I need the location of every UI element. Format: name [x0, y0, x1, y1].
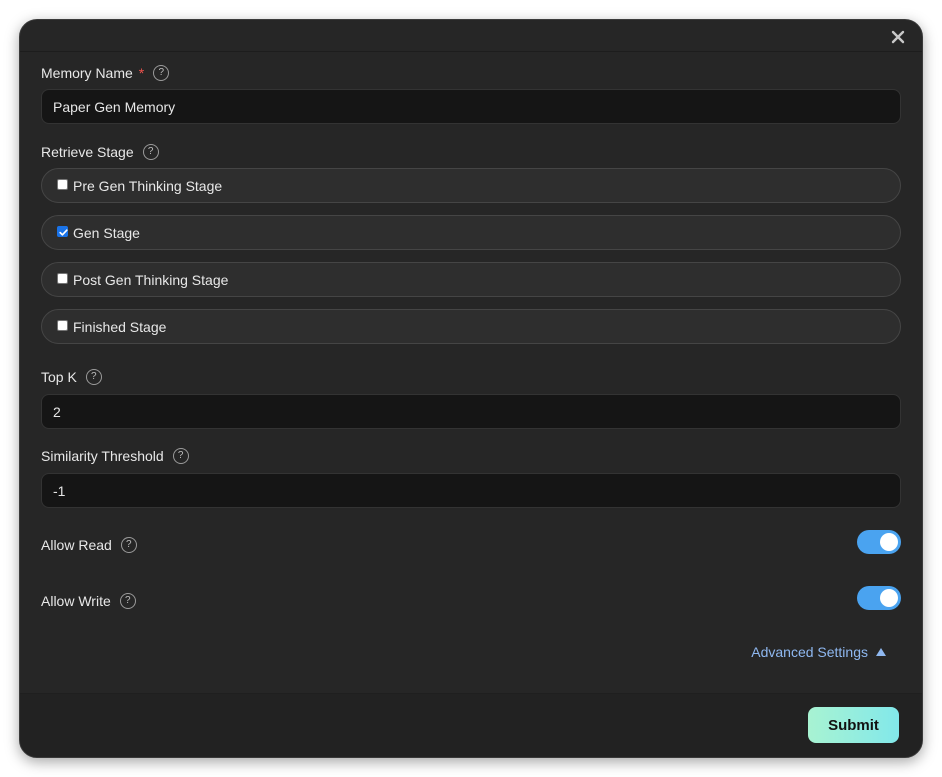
close-icon[interactable] [890, 29, 906, 45]
checkmark-icon [59, 229, 68, 236]
retrieve-stage-label: Retrieve Stage [41, 144, 134, 160]
allow-read-label-row: Allow Read ? [41, 535, 137, 555]
allow-write-toggle[interactable] [857, 586, 901, 610]
retrieve-stage-label-row: Retrieve Stage ? [41, 142, 159, 162]
stage-option-post-gen-thinking[interactable]: Post Gen Thinking Stage [41, 262, 901, 297]
help-icon[interactable]: ? [172, 448, 189, 464]
stage-option-finished[interactable]: Finished Stage [41, 309, 901, 344]
stage-option-label: Post Gen Thinking Stage [73, 271, 229, 288]
allow-write-label: Allow Write [41, 593, 111, 609]
stage-option-label: Finished Stage [73, 318, 167, 335]
help-icon[interactable]: ? [85, 369, 102, 385]
allow-read-toggle[interactable] [857, 530, 901, 554]
memory-name-input[interactable] [41, 89, 901, 124]
similarity-threshold-label: Similarity Threshold [41, 448, 164, 464]
stage-checkbox[interactable] [57, 273, 68, 284]
dialog-header [20, 20, 922, 52]
stage-option-pre-gen-thinking[interactable]: Pre Gen Thinking Stage [41, 168, 901, 203]
stage-option-label: Gen Stage [73, 224, 140, 241]
stage-checkbox[interactable] [57, 179, 68, 190]
submit-button[interactable]: Submit [808, 707, 899, 743]
memory-name-label-row: Memory Name * ? [41, 63, 170, 83]
toggle-knob [880, 589, 898, 607]
advanced-settings-toggle[interactable]: Advanced Settings [751, 644, 886, 660]
stage-option-label: Pre Gen Thinking Stage [73, 177, 223, 194]
memory-settings-dialog: Memory Name * ? Retrieve Stage ? Pre Gen… [19, 19, 923, 758]
required-mark: * [138, 65, 145, 81]
top-k-label-row: Top K ? [41, 367, 102, 387]
similarity-threshold-label-row: Similarity Threshold ? [41, 446, 189, 466]
stage-checkbox[interactable] [57, 226, 68, 237]
help-icon[interactable]: ? [119, 593, 136, 609]
help-icon[interactable]: ? [120, 537, 137, 553]
memory-name-label: Memory Name [41, 65, 133, 81]
allow-write-label-row: Allow Write ? [41, 591, 136, 611]
stage-checkbox[interactable] [57, 320, 68, 331]
dialog-footer: Submit [20, 693, 922, 757]
stage-option-gen[interactable]: Gen Stage [41, 215, 901, 250]
top-k-input[interactable] [41, 394, 901, 429]
advanced-settings-label: Advanced Settings [751, 644, 868, 660]
caret-up-icon [876, 648, 886, 656]
toggle-knob [880, 533, 898, 551]
help-icon[interactable]: ? [142, 144, 159, 160]
help-icon[interactable]: ? [153, 65, 170, 81]
top-k-label: Top K [41, 369, 77, 385]
similarity-threshold-input[interactable] [41, 473, 901, 508]
allow-read-label: Allow Read [41, 537, 112, 553]
